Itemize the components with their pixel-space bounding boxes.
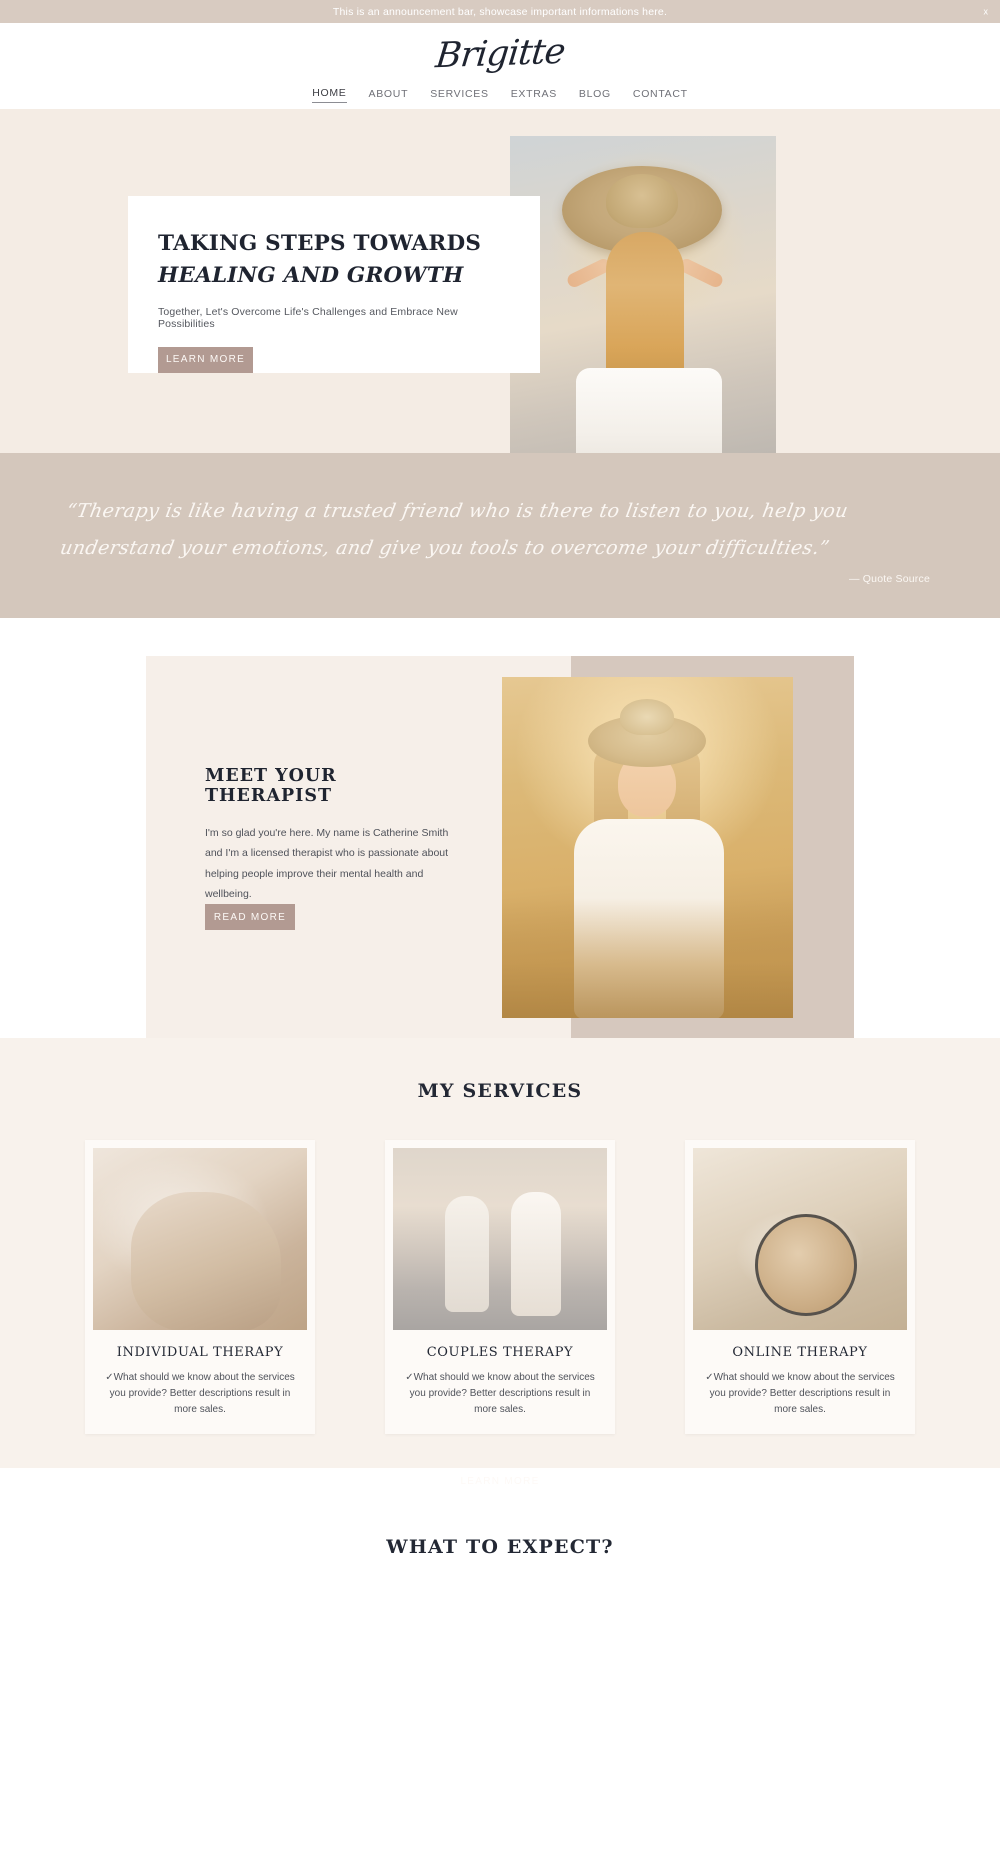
hero-image-arm-right (677, 256, 725, 290)
service-card-description: ✓What should we know about the services … (105, 1372, 295, 1415)
service-image-couples-therapy (393, 1148, 607, 1330)
site-logo[interactable]: Brigitte (434, 32, 567, 76)
hero-learn-more-button[interactable]: LEARN MORE (158, 346, 253, 373)
nav-item-home[interactable]: HOME (312, 87, 347, 103)
about-image-straw-hat (588, 699, 706, 767)
about-panel: MEET YOUR THERAPIST I'm so glad you're h… (146, 656, 854, 1038)
hero-content-card: TAKING STEPS TOWARDS HEALING AND GROWTH … (128, 196, 540, 373)
service-card-title: INDIVIDUAL THERAPY (116, 1345, 284, 1360)
nav-item-extras[interactable]: EXTRAS (511, 88, 557, 103)
nav-item-services[interactable]: SERVICES (430, 88, 489, 103)
about-text-block: MEET YOUR THERAPIST I'm so glad you're h… (205, 766, 455, 905)
service-card-couples-therapy[interactable]: COUPLES THERAPY ✓What should we know abo… (385, 1140, 615, 1434)
service-card-title: COUPLES THERAPY (426, 1345, 574, 1360)
hero-title-regular: TAKING STEPS TOWARDS (158, 231, 482, 256)
about-body: I'm so glad you're here. My name is Cath… (205, 827, 449, 901)
site-header: Brigitte HOME ABOUT SERVICES EXTRAS BLOG… (0, 23, 1000, 109)
announcement-text: This is an announcement bar, showcase im… (332, 5, 668, 18)
about-read-more-button[interactable]: READ MORE (205, 904, 295, 930)
close-icon[interactable]: x (984, 7, 989, 16)
what-to-expect-section: WHAT TO EXPECT? (0, 1468, 1000, 1598)
hero-subtitle: Together, Let's Overcome Life's Challeng… (158, 305, 458, 330)
what-to-expect-title: WHAT TO EXPECT? (386, 1536, 614, 1558)
service-card-description: ✓What should we know about the services … (405, 1372, 595, 1415)
quote-source: — Quote Source (848, 573, 930, 585)
main-navigation: HOME ABOUT SERVICES EXTRAS BLOG CONTACT (312, 87, 688, 103)
service-card-online-therapy[interactable]: ONLINE THERAPY ✓What should we know abou… (685, 1140, 915, 1434)
nav-item-blog[interactable]: BLOG (579, 88, 611, 103)
announcement-bar: This is an announcement bar, showcase im… (0, 0, 1000, 23)
hero-title-italic: HEALING AND GROWTH (158, 263, 464, 289)
service-card-description: ✓What should we know about the services … (705, 1372, 895, 1415)
service-card-individual-therapy[interactable]: INDIVIDUAL THERAPY ✓What should we know … (85, 1140, 315, 1434)
nav-item-contact[interactable]: CONTACT (633, 88, 688, 103)
about-section: MEET YOUR THERAPIST I'm so glad you're h… (0, 618, 1000, 1038)
quote-section: “Therapy is like having a trusted friend… (0, 453, 1000, 618)
about-title: MEET YOUR THERAPIST (205, 766, 337, 806)
service-image-individual-therapy (93, 1148, 307, 1330)
hero-title: TAKING STEPS TOWARDS HEALING AND GROWTH (158, 228, 510, 293)
quote-text: “Therapy is like having a trusted friend… (58, 500, 850, 560)
services-section: MY SERVICES INDIVIDUAL THERAPY ✓What sho… (0, 1038, 1000, 1495)
nav-item-about[interactable]: ABOUT (369, 88, 409, 103)
services-title: MY SERVICES (417, 1080, 583, 1102)
services-card-list: INDIVIDUAL THERAPY ✓What should we know … (0, 1140, 1000, 1434)
service-image-online-therapy (693, 1148, 907, 1330)
about-image-field (502, 898, 793, 1018)
service-card-title: ONLINE THERAPY (732, 1345, 868, 1360)
hero-section: TAKING STEPS TOWARDS HEALING AND GROWTH … (0, 109, 1000, 476)
about-image-therapist (502, 677, 793, 1018)
hero-image-woman-with-hat (510, 136, 776, 476)
